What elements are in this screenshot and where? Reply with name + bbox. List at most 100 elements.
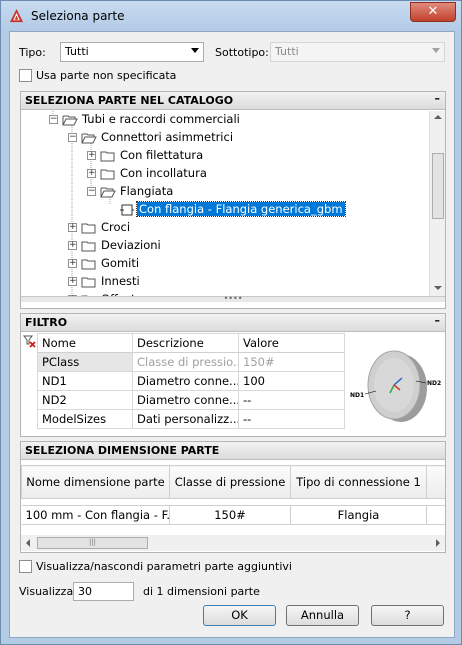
- scroll-up-icon[interactable]: [434, 115, 442, 119]
- collapse-icon[interactable]: −: [87, 187, 96, 196]
- column-header-nome[interactable]: Nome: [37, 333, 133, 353]
- splitter-grip[interactable]: ••••: [21, 295, 445, 303]
- column-header-extra: [426, 465, 445, 499]
- tipo-dropdown[interactable]: Tutti: [60, 42, 204, 62]
- expand-icon[interactable]: +: [87, 151, 96, 160]
- tree-item[interactable]: + Con filettatura: [21, 147, 430, 165]
- tree-item[interactable]: − Connettori asimmetrici: [21, 129, 430, 147]
- window-title: Seleziona parte: [31, 9, 125, 23]
- scroll-left-icon[interactable]: [26, 539, 30, 547]
- sottotipo-dropdown[interactable]: Tutti: [270, 42, 445, 62]
- tree-item[interactable]: − Flangiata: [21, 183, 430, 201]
- expand-icon[interactable]: +: [68, 241, 77, 250]
- sottotipo-value: Tutti: [275, 45, 299, 58]
- filter-panel: FILTRO – Nome Descrizione Valore PClass C…: [20, 313, 446, 437]
- catalog-title: SELEZIONA PARTE NEL CATALOGO: [25, 94, 234, 107]
- cancel-button[interactable]: Annulla: [286, 605, 359, 626]
- expand-icon[interactable]: +: [68, 223, 77, 232]
- filter-desc-cell: Classe di pressio...: [132, 352, 239, 372]
- expand-icon[interactable]: +: [68, 277, 77, 286]
- collapse-icon[interactable]: −: [68, 133, 77, 142]
- tree-item[interactable]: + Innesti: [21, 273, 430, 291]
- sizes-title: SELEZIONA DIMENSIONE PARTE: [25, 444, 220, 457]
- part-preview: ND1 ND2: [346, 333, 446, 436]
- column-header-nome-dimensione[interactable]: Nome dimensione parte: [21, 465, 170, 499]
- filter-name-cell: PClass: [37, 352, 133, 372]
- table-row[interactable]: ModelSizes Dati personalizz... --: [37, 409, 345, 429]
- filter-desc-cell: Diametro conne...: [132, 390, 239, 410]
- filter-name-cell: ModelSizes: [37, 409, 133, 429]
- dialog-body: Tipo: Tutti Sottotipo: Tutti Usa parte n…: [9, 31, 455, 638]
- tree-item[interactable]: + Con incollatura: [21, 165, 430, 183]
- tree-item-label: Tubi e raccordi commerciali: [82, 112, 240, 126]
- column-header-valore[interactable]: Valore: [238, 333, 345, 353]
- collapse-icon[interactable]: −: [49, 115, 58, 124]
- title-bar: Seleziona parte ✕: [1, 1, 461, 31]
- folder-icon: [81, 277, 96, 288]
- tree-item-label: Flangiata: [120, 184, 174, 198]
- tree-item[interactable]: − Tubi e raccordi commerciali: [21, 111, 430, 129]
- table-row[interactable]: ND2 Diametro conne... --: [37, 390, 345, 410]
- folder-open-icon: [100, 187, 116, 198]
- size-conn-cell[interactable]: Flangia: [290, 505, 427, 525]
- tree-item[interactable]: + Gomiti: [21, 255, 430, 273]
- tipo-value: Tutti: [65, 45, 89, 58]
- filter-title: FILTRO: [25, 316, 68, 329]
- unspecified-part-checkbox[interactable]: [19, 69, 32, 82]
- close-button[interactable]: ✕: [410, 2, 456, 22]
- additional-params-label: Visualizza/nascondi parametri parte aggi…: [36, 560, 292, 573]
- filter-name-cell: ND1: [37, 371, 133, 391]
- collapse-icon[interactable]: –: [435, 92, 441, 105]
- table-row[interactable]: 100 mm - Con flangia - F... 150# Flangia: [21, 505, 445, 525]
- table-row[interactable]: ND1 Diametro conne... 100: [37, 371, 345, 391]
- tree-item[interactable]: + Croci: [21, 219, 430, 237]
- scroll-down-icon[interactable]: [434, 286, 442, 290]
- unspecified-part-label: Usa parte non specificata: [36, 69, 177, 82]
- scroll-thumb[interactable]: |||: [37, 537, 148, 549]
- size-pclass-cell[interactable]: 150#: [169, 505, 291, 525]
- column-header-descrizione[interactable]: Descrizione: [132, 333, 239, 353]
- filter-value-cell[interactable]: --: [238, 409, 345, 429]
- size-name-cell[interactable]: 100 mm - Con flangia - F...: [21, 505, 170, 525]
- folder-icon: [81, 259, 96, 270]
- column-header-tipo-connessione[interactable]: Tipo di connessione 1: [290, 465, 427, 499]
- tree-item[interactable]: + Deviazioni: [21, 237, 430, 255]
- table-row[interactable]: PClass Classe di pressio... 150#: [37, 352, 345, 372]
- scroll-thumb[interactable]: [432, 153, 444, 219]
- collapse-icon[interactable]: –: [435, 314, 441, 327]
- folder-open-icon: [81, 133, 97, 144]
- sizes-hscrollbar[interactable]: |||: [21, 535, 445, 551]
- size-extra-cell[interactable]: [426, 505, 445, 525]
- expand-icon[interactable]: +: [68, 259, 77, 268]
- part-icon: [120, 204, 134, 216]
- additional-params-checkbox[interactable]: [19, 560, 32, 573]
- scroll-right-icon[interactable]: [436, 539, 440, 547]
- tree-item[interactable]: Con flangia - Flangia generica_gbm: [21, 201, 430, 219]
- filter-value-cell[interactable]: 100: [238, 371, 345, 391]
- tree-item-label: Deviazioni: [101, 238, 161, 252]
- filter-value-cell[interactable]: 150#: [238, 352, 345, 372]
- help-button[interactable]: ?: [371, 605, 444, 626]
- clear-filter-icon[interactable]: [23, 334, 37, 348]
- catalog-header: SELEZIONA PARTE NEL CATALOGO –: [21, 92, 445, 110]
- folder-icon: [81, 223, 96, 234]
- column-header-classe-pressione[interactable]: Classe di pressione: [169, 465, 291, 499]
- filter-value-cell[interactable]: --: [238, 390, 345, 410]
- ok-button[interactable]: OK: [203, 605, 276, 626]
- folder-icon: [100, 169, 115, 180]
- sizes-grid: Nome dimensione parte Classe di pression…: [21, 465, 445, 533]
- catalog-panel: SELEZIONA PARTE NEL CATALOGO – − Tubi e r…: [20, 91, 446, 309]
- chevron-down-icon: [191, 48, 199, 53]
- tipo-label: Tipo:: [19, 46, 46, 59]
- expand-icon[interactable]: +: [87, 169, 96, 178]
- sizes-header: SELEZIONA DIMENSIONE PARTE: [21, 442, 445, 460]
- folder-open-icon: [62, 115, 78, 126]
- show-count-input[interactable]: 30: [73, 582, 134, 601]
- tree-item-label: Innesti: [101, 274, 140, 288]
- close-icon: ✕: [427, 4, 439, 19]
- show-count-value: 30: [78, 585, 92, 598]
- catalog-scrollbar[interactable]: [429, 111, 445, 296]
- tree-item-label: Con flangia - Flangia generica_gbm: [136, 201, 346, 217]
- catalog-tree[interactable]: − Tubi e raccordi commerciali − Connettori …: [21, 111, 430, 296]
- autocad-logo-icon: [9, 8, 24, 23]
